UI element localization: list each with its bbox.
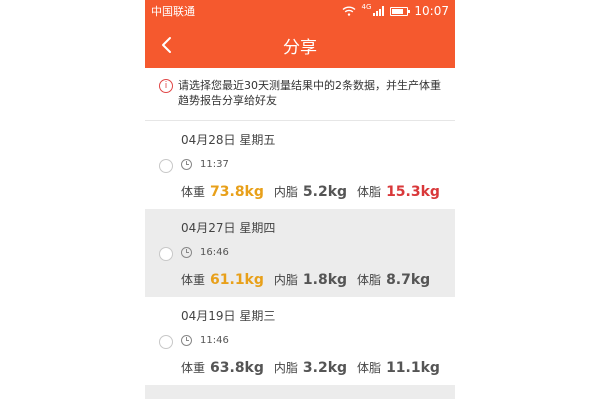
weight-label: 体重 <box>181 361 206 375</box>
record-row[interactable]: 04月19日 星期三 11:46 体重 63.8kg 内脂 3.2kg 体脂 11.1kg <box>145 297 455 385</box>
body-fat-value: 11.1kg <box>386 360 440 376</box>
visceral-fat-label: 内脂 <box>273 273 298 287</box>
status-icons: 4G 10:07 <box>342 3 449 18</box>
record-time-row: 16:46 <box>181 241 455 263</box>
selection-notice: i 请选择您最近30天测量结果中的2条数据，并生产体重趋势报告分享给好友 <box>145 68 455 121</box>
carrier-name: 中国联通 <box>151 5 195 18</box>
visceral-fat-label: 内脂 <box>273 185 298 199</box>
record-list: 04月28日 星期五 11:37 体重 73.8kg 内脂 5.2kg 体脂 15.3kg 04… <box>145 121 455 385</box>
record-time-row: 11:37 <box>181 153 455 175</box>
record-date: 04月27日 星期四 <box>181 221 276 235</box>
visceral-fat-value: 1.8kg <box>302 272 348 288</box>
page-title: 分享 <box>283 37 317 58</box>
clock-icon <box>181 158 192 170</box>
weight-value: 73.8kg <box>210 184 264 200</box>
signal-icon <box>373 6 385 16</box>
status-time: 10:07 <box>414 4 449 18</box>
wifi-icon <box>342 6 355 16</box>
record-select-radio[interactable] <box>159 247 173 261</box>
body-fat-label: 体脂 <box>357 185 382 199</box>
status-bar: 中国联通 4G 10:07 <box>145 0 455 22</box>
body-fat-value: 8.7kg <box>386 272 431 288</box>
record-time: 11:46 <box>200 334 229 346</box>
network-type: 4G <box>361 3 372 11</box>
clock-icon <box>181 334 192 346</box>
record-metrics: 体重 73.8kg 内脂 5.2kg 体脂 15.3kg <box>181 183 455 200</box>
weight-value: 63.8kg <box>210 360 264 376</box>
record-row[interactable]: 04月28日 星期五 11:37 体重 73.8kg 内脂 5.2kg 体脂 15.3kg <box>145 121 455 209</box>
chevron-left-icon <box>162 37 171 53</box>
record-time: 11:37 <box>200 158 229 170</box>
info-icon: i <box>159 79 173 93</box>
record-date: 04月28日 星期五 <box>181 133 276 147</box>
next-record-edge <box>145 385 455 399</box>
notice-text: 请选择您最近30天测量结果中的2条数据，并生产体重趋势报告分享给好友 <box>178 79 441 107</box>
clock-icon <box>181 246 192 258</box>
record-select-radio[interactable] <box>159 335 173 349</box>
battery-icon <box>390 6 411 16</box>
record-time-row: 11:46 <box>181 329 455 351</box>
record-select-radio[interactable] <box>159 159 173 173</box>
record-row[interactable]: 04月27日 星期四 16:46 体重 61.1kg 内脂 1.8kg 体脂 8.7kg <box>145 209 455 297</box>
visceral-fat-label: 内脂 <box>273 361 298 375</box>
record-metrics: 体重 63.8kg 内脂 3.2kg 体脂 11.1kg <box>181 359 455 376</box>
weight-value: 61.1kg <box>210 272 264 288</box>
record-date: 04月19日 星期三 <box>181 309 276 323</box>
visceral-fat-value: 5.2kg <box>302 184 348 200</box>
back-button[interactable] <box>153 32 179 58</box>
visceral-fat-value: 3.2kg <box>302 360 348 376</box>
nav-bar: 分享 <box>145 22 455 68</box>
weight-label: 体重 <box>181 185 206 199</box>
record-time: 16:46 <box>200 246 229 258</box>
body-fat-value: 15.3kg <box>386 184 440 200</box>
body-fat-label: 体脂 <box>357 361 382 375</box>
phone-screen: 中国联通 4G 10:07 分享 i 请选择您最近30天测量结果中的2条数据，并… <box>145 0 455 400</box>
body-fat-label: 体脂 <box>357 273 382 287</box>
weight-label: 体重 <box>181 273 206 287</box>
record-metrics: 体重 61.1kg 内脂 1.8kg 体脂 8.7kg <box>181 271 455 288</box>
